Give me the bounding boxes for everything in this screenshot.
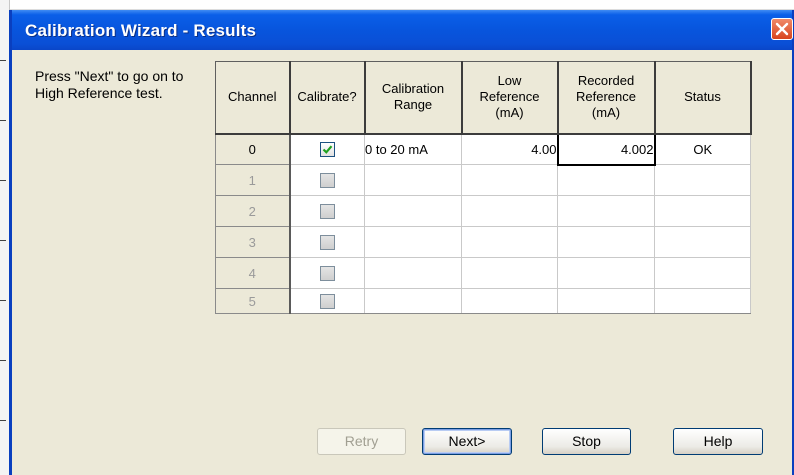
calibrate-cell xyxy=(289,133,365,165)
calibrate-checkbox[interactable] xyxy=(319,235,335,251)
header-calibrate: Calibrate? xyxy=(289,61,366,135)
channel-cell: 5 xyxy=(215,288,291,314)
status-cell xyxy=(654,257,751,289)
calibrate-checkbox[interactable] xyxy=(319,204,335,220)
close-button[interactable] xyxy=(771,18,793,40)
low-reference-cell[interactable]: 4.00 xyxy=(461,133,558,165)
calibration-table: Channel Calibrate? Calibration Range Low R… xyxy=(215,61,752,314)
next-button[interactable]: Next> xyxy=(422,428,512,455)
table-row: 4 xyxy=(215,257,751,289)
table-row: 0 0 to 20 mA 4.00 4.002 OK xyxy=(215,132,751,166)
channel-cell: 1 xyxy=(215,164,291,196)
calibrate-cell xyxy=(289,288,365,314)
channel-cell: 3 xyxy=(215,226,291,258)
retry-button[interactable]: Retry xyxy=(317,428,406,455)
calibration-range-cell[interactable] xyxy=(364,195,462,227)
window-title: Calibration Wizard - Results xyxy=(25,21,257,40)
instruction-text: Press "Next" to go on to High Reference … xyxy=(35,68,184,101)
recorded-reference-cell[interactable] xyxy=(557,164,655,196)
low-reference-cell[interactable] xyxy=(461,195,558,227)
calibration-range-cell[interactable] xyxy=(364,164,462,196)
calibration-range-cell[interactable] xyxy=(364,226,462,258)
header-low-reference: Low Reference (mA) xyxy=(461,61,559,135)
low-reference-cell[interactable] xyxy=(461,257,558,289)
stop-button[interactable]: Stop xyxy=(542,428,631,455)
title-bar[interactable]: Calibration Wizard - Results xyxy=(12,10,793,50)
table-row: 1 xyxy=(215,164,751,196)
channel-cell: 0 xyxy=(215,133,291,165)
recorded-reference-cell[interactable]: 4.002 xyxy=(556,132,656,166)
channel-cell: 4 xyxy=(215,257,291,289)
recorded-reference-cell[interactable] xyxy=(557,195,655,227)
table-row: 3 xyxy=(215,226,751,258)
header-status: Status xyxy=(654,61,752,135)
channel-cell: 2 xyxy=(215,195,291,227)
calibrate-cell xyxy=(289,226,365,258)
calibration-range-cell[interactable] xyxy=(364,288,462,314)
status-cell xyxy=(654,288,751,314)
calibrate-checkbox[interactable] xyxy=(319,294,335,310)
header-channel: Channel xyxy=(215,61,291,135)
status-cell: OK xyxy=(654,133,751,165)
low-reference-cell[interactable] xyxy=(461,288,558,314)
table-header-row: Channel Calibrate? Calibration Range Low R… xyxy=(215,61,752,135)
checkmark-icon xyxy=(322,145,333,155)
header-calibration-range: Calibration Range xyxy=(364,61,463,135)
header-recorded-reference: Recorded Reference (mA) xyxy=(557,61,656,135)
calibrate-cell xyxy=(289,195,365,227)
help-button[interactable]: Help xyxy=(673,428,763,455)
calibrate-checkbox[interactable] xyxy=(319,142,335,158)
recorded-reference-cell[interactable] xyxy=(557,257,655,289)
calibrate-checkbox[interactable] xyxy=(319,266,335,282)
calibrate-checkbox[interactable] xyxy=(319,173,335,189)
recorded-reference-cell[interactable] xyxy=(557,288,655,314)
calibrate-cell xyxy=(289,164,365,196)
low-reference-cell[interactable] xyxy=(461,226,558,258)
recorded-reference-cell[interactable] xyxy=(557,226,655,258)
status-cell xyxy=(654,164,751,196)
close-icon xyxy=(775,22,789,36)
calibration-range-cell[interactable] xyxy=(364,257,462,289)
status-cell xyxy=(654,195,751,227)
status-cell xyxy=(654,226,751,258)
calibration-wizard-dialog: Calibration Wizard - Results Press "Next… xyxy=(9,10,794,475)
table-row: 5 xyxy=(215,288,751,314)
calibrate-cell xyxy=(289,257,365,289)
calibration-range-cell[interactable]: 0 to 20 mA xyxy=(364,133,462,165)
low-reference-cell[interactable] xyxy=(461,164,558,196)
table-row: 2 xyxy=(215,195,751,227)
